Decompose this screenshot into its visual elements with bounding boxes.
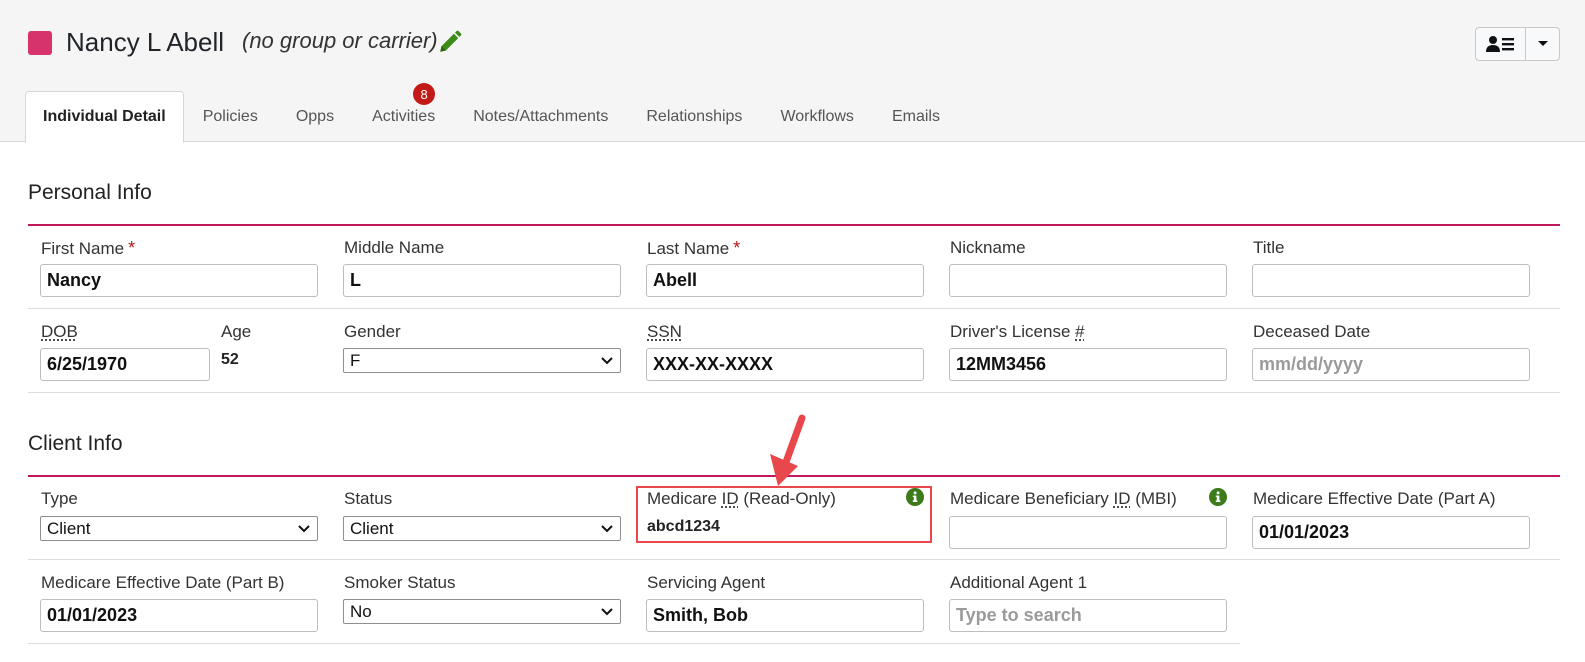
- type-label: Type: [41, 489, 78, 508]
- medicare-effective-date-a-input[interactable]: [1252, 516, 1530, 549]
- user-list-icon: [1485, 36, 1514, 52]
- personal-info-rule: [28, 224, 1560, 226]
- label-text: First Name: [41, 239, 125, 258]
- smoker-status-select[interactable]: No: [343, 599, 621, 624]
- record-name: Nancy L Abell: [66, 27, 225, 57]
- drivers-license-input[interactable]: [949, 348, 1227, 381]
- id-abbr: ID: [1113, 489, 1131, 508]
- tab-label: Activities: [372, 107, 436, 125]
- title-input[interactable]: [1252, 264, 1530, 297]
- tab-policies[interactable]: Policies: [184, 91, 277, 142]
- type-select[interactable]: Client: [40, 516, 318, 541]
- actions-dropdown-toggle[interactable]: [1526, 28, 1559, 60]
- tab-label: Relationships: [646, 107, 743, 125]
- required-marker: *: [733, 238, 741, 258]
- tab-opps[interactable]: Opps: [277, 91, 353, 142]
- first-name-label: First Name *: [41, 238, 135, 259]
- ssn-abbr: SSN: [647, 322, 682, 341]
- info-icon[interactable]: [1209, 488, 1227, 506]
- tab-label: Emails: [891, 107, 940, 125]
- chevron-down-icon: [601, 356, 613, 364]
- tab-label: Policies: [202, 107, 258, 125]
- servicing-agent-label: Servicing Agent: [647, 573, 766, 592]
- mbi-label: Medicare Beneficiary ID (MBI): [950, 489, 1177, 509]
- nickname-label: Nickname: [950, 238, 1026, 257]
- label-text: (MBI): [1130, 489, 1177, 508]
- title-label: Title: [1253, 238, 1285, 257]
- middle-name-label: Middle Name: [344, 238, 445, 257]
- dl-abbr: #: [1075, 322, 1085, 341]
- last-name-label: Last Name *: [647, 238, 740, 259]
- tab-label: Notes/Attachments: [473, 107, 609, 125]
- required-marker: *: [128, 238, 136, 258]
- dob-input[interactable]: [40, 348, 210, 381]
- label-text: Medicare Beneficiary: [950, 489, 1114, 508]
- tab-label: Individual Detail: [43, 108, 166, 125]
- chevron-down-icon: [601, 524, 613, 532]
- client-info-title: Client Info: [28, 432, 123, 455]
- user-list-button[interactable]: [1476, 28, 1526, 60]
- servicing-agent-input[interactable]: [646, 599, 924, 632]
- tab-emails[interactable]: Emails: [873, 91, 959, 142]
- record-tabs: Individual Detail Policies Opps Activiti…: [25, 83, 959, 143]
- record-color-chip: [28, 31, 52, 55]
- middle-name-input[interactable]: [343, 264, 621, 297]
- type-selected-value: Client: [47, 518, 91, 538]
- smoker-status-label: Smoker Status: [344, 573, 456, 592]
- personal-info-title: Personal Info: [28, 181, 152, 204]
- age-value: 52: [221, 351, 239, 368]
- dob-abbr: DOB: [41, 322, 78, 341]
- ssn-label: SSN: [647, 322, 682, 342]
- last-name-input[interactable]: [646, 264, 924, 297]
- tab-label: Workflows: [780, 107, 854, 125]
- status-selected-value: Client: [350, 518, 394, 538]
- tab-label: Opps: [295, 107, 335, 125]
- pencil-icon[interactable]: [437, 29, 463, 55]
- row-divider: [28, 643, 1240, 644]
- nickname-input[interactable]: [949, 264, 1227, 297]
- tab-activities[interactable]: Activities 8: [353, 83, 454, 142]
- drivers-license-label: Driver's License #: [950, 322, 1085, 342]
- deceased-date-label: Deceased Date: [1253, 322, 1371, 341]
- tab-individual-detail[interactable]: Individual Detail: [25, 91, 184, 143]
- gender-label: Gender: [344, 322, 401, 341]
- row-divider: [28, 308, 1560, 309]
- record-header: Nancy L Abell (no group or carrier) Indi…: [0, 0, 1585, 143]
- chevron-down-icon: [601, 607, 613, 615]
- row-divider: [28, 392, 1560, 393]
- gender-select[interactable]: F: [343, 348, 621, 373]
- annotation-arrow-icon: [770, 414, 806, 486]
- tab-workflows[interactable]: Workflows: [761, 91, 873, 142]
- status-select[interactable]: Client: [343, 516, 621, 541]
- activities-count-badge: 8: [413, 83, 436, 105]
- smoker-selected-value: No: [350, 601, 372, 621]
- medicare-effective-date-b-input[interactable]: [40, 599, 318, 632]
- group-carrier-text: (no group or carrier): [242, 28, 438, 53]
- status-label: Status: [344, 489, 393, 508]
- tab-notes-attachments[interactable]: Notes/Attachments: [454, 91, 627, 142]
- mbi-input[interactable]: [949, 516, 1227, 549]
- tab-relationships[interactable]: Relationships: [627, 91, 761, 142]
- row-divider: [28, 559, 1560, 560]
- gender-selected-value: F: [350, 350, 361, 370]
- deceased-date-input[interactable]: [1252, 348, 1530, 381]
- record-actions-button-group: [1475, 27, 1560, 61]
- additional-agent-label: Additional Agent 1: [950, 573, 1088, 592]
- chevron-down-icon: [298, 524, 310, 532]
- additional-agent-input[interactable]: [949, 599, 1227, 632]
- label-text: Driver's License: [950, 322, 1076, 341]
- medicare-effective-date-b-label: Medicare Effective Date (Part B): [41, 573, 285, 592]
- first-name-input[interactable]: [40, 264, 318, 297]
- caret-down-icon: [1537, 41, 1548, 46]
- age-label: Age: [221, 322, 252, 341]
- medicare-effective-date-a-label: Medicare Effective Date (Part A): [1253, 489, 1496, 508]
- ssn-input[interactable]: [646, 348, 924, 381]
- label-text: Last Name: [647, 239, 730, 258]
- medicare-id-highlight-box: [636, 486, 932, 543]
- dob-label: DOB: [41, 322, 78, 342]
